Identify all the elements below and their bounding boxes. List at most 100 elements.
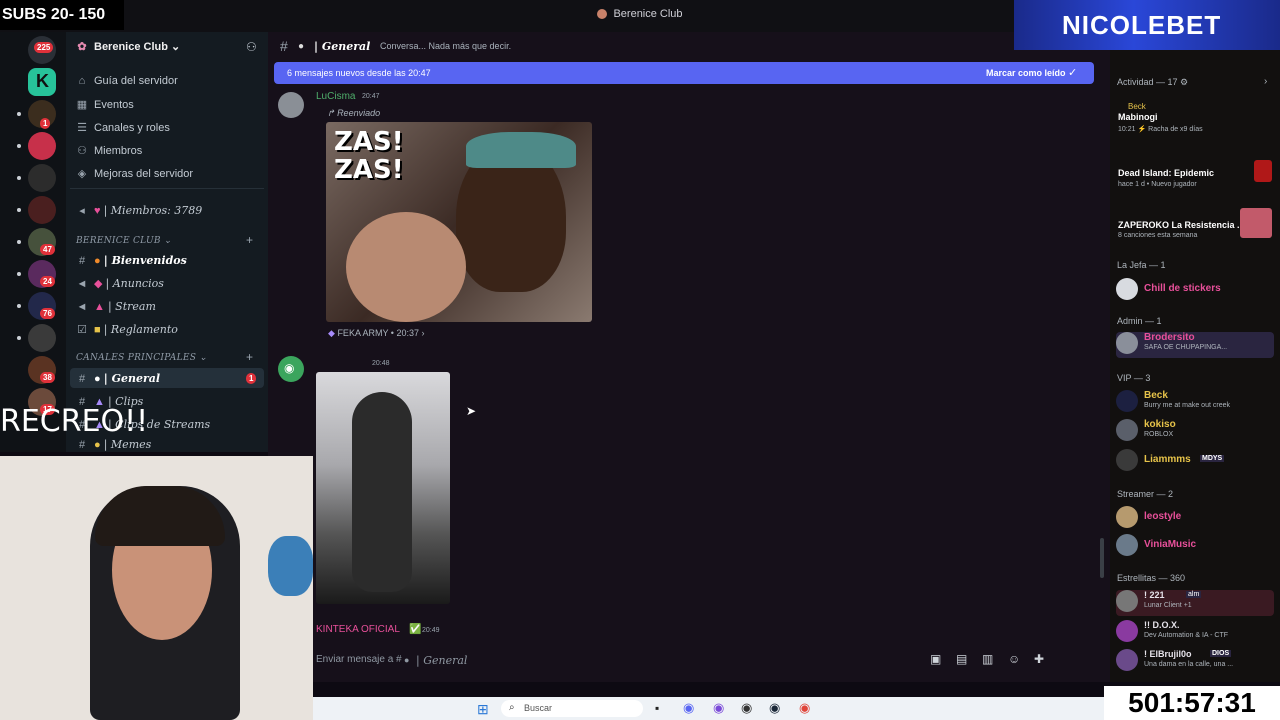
steam-icon[interactable]: ◉ [769, 700, 780, 716]
sidebar-item-channels-roles[interactable]: ☰ Canales y roles [76, 121, 170, 134]
member-row[interactable]: Beck Burry me at make out creek [1116, 390, 1274, 416]
add-channel-icon[interactable]: + [246, 350, 253, 364]
search-icon: ⌕ [509, 702, 515, 713]
member-status: SAFA OE CHUPAPINGA... [1144, 344, 1228, 351]
activity-header[interactable]: Actividad — 17 ⚙ [1117, 77, 1188, 88]
category-canales-principales[interactable]: CANALES PRINCIPALES ⌄ [76, 353, 207, 363]
activity-user: Beck [1128, 102, 1146, 111]
message-image[interactable] [316, 372, 450, 604]
server-icon[interactable] [28, 324, 56, 352]
chevron-right-icon[interactable]: › [1264, 76, 1267, 87]
subs-counter: SUBS 20- 150 [0, 0, 124, 30]
activity-card[interactable]: Dead Island: Epidemic hace 1 d • Nuevo j… [1116, 154, 1274, 194]
message-author[interactable]: LuCisma [316, 91, 355, 102]
unread-pip [17, 304, 21, 308]
server-icon[interactable] [28, 164, 56, 192]
role-header: VIP — 3 [1117, 373, 1151, 383]
server-rail: 225 K 1 47 24 76 38 17 [0, 32, 66, 452]
forward-source[interactable]: ◆ FEKA ARMY • 20:37 › [328, 328, 424, 339]
member-row[interactable]: ViniaMusic [1116, 534, 1274, 560]
apps-icon[interactable]: ✚ [1034, 652, 1044, 666]
member-name: ! 221 [1144, 590, 1165, 600]
message-time: 20:47 [362, 93, 380, 100]
invite-people-icon[interactable]: ⚇ [246, 40, 257, 54]
gif-icon[interactable]: ▤ [956, 652, 967, 666]
avatar [1116, 590, 1138, 612]
unread-pip [17, 144, 21, 148]
speech-bubble-icon: ● [404, 655, 410, 665]
activity-card[interactable]: ZAPEROKO La Resistencia ... 8 canciones … [1116, 208, 1274, 250]
member-row[interactable]: Chill de stickers [1116, 278, 1274, 304]
message-time: 20:49 [422, 627, 440, 634]
channel-general[interactable]: # ● | General [76, 372, 160, 385]
channel-members-count[interactable]: ◂ ♥ | Miembros: 3789 [76, 204, 202, 217]
forwarded-image[interactable]: ZAS! ZAS! [326, 122, 592, 322]
member-row[interactable]: kokiso ROBLOX [1116, 419, 1274, 445]
category-berenice-club[interactable]: BERENICE CLUB ⌄ [76, 236, 172, 246]
emoji-icon[interactable]: ☺ [1008, 652, 1020, 666]
server-avatar-icon [597, 9, 608, 20]
role-header: Streamer — 2 [1117, 489, 1174, 499]
member-row[interactable]: Brodersito SAFA OE CHUPAPINGA... [1116, 332, 1274, 358]
activity-game: Mabinogi [1118, 112, 1158, 122]
member-row[interactable]: !! D.O.X. Dev Automation & IA - CTF [1116, 620, 1274, 646]
channel-bienvenidos[interactable]: # ● | Bienvenidos [76, 254, 187, 267]
channel-stream[interactable]: ◄ ▲ | Stream [76, 300, 156, 313]
avatar [1116, 534, 1138, 556]
photo-person [352, 392, 412, 592]
server-location-icon[interactable] [28, 132, 56, 160]
avatar [1116, 278, 1138, 300]
new-messages-text: 6 mensajes nuevos desde las 20:47 [287, 68, 431, 78]
unread-badge: 38 [40, 372, 55, 383]
server-name-dropdown[interactable]: ✿ Berenice Club ⌄ [76, 40, 180, 53]
app-icon[interactable]: ◉ [741, 700, 752, 716]
sidebar-item-boosts[interactable]: ◈ Mejoras del servidor [76, 167, 193, 180]
avatar[interactable]: ◉ [278, 356, 304, 382]
hash-icon: # [78, 255, 86, 267]
channel-anuncios[interactable]: ◄ ◆ | Anuncios [76, 277, 164, 290]
channel-reglamento[interactable]: ☑ ■ | Reglamento [76, 323, 178, 336]
unread-pip [17, 176, 21, 180]
composer-channel: | General [416, 654, 468, 667]
unread-pip [17, 240, 21, 244]
member-row[interactable]: ! 221 alm Lunar Client +1 [1116, 590, 1274, 616]
unread-pip [17, 272, 21, 276]
member-tag: DIOS [1210, 650, 1232, 657]
new-messages-banner[interactable]: 6 mensajes nuevos desde las 20:47 Marcar… [274, 62, 1094, 84]
sidebar-item-events[interactable]: ▦ Eventos [76, 98, 134, 111]
sidebar-item-members[interactable]: ⚇ Miembros [76, 144, 142, 157]
gift-icon[interactable]: ▣ [930, 652, 941, 666]
member-name: Liammms [1144, 454, 1191, 465]
discord-icon[interactable]: ◉ [683, 700, 694, 716]
task-view-icon[interactable]: ▪ [655, 701, 659, 715]
channel-memes[interactable]: # ● | Memes [76, 438, 151, 451]
server-kick-icon[interactable]: K [28, 68, 56, 96]
unread-badge: 24 [40, 276, 55, 287]
message-time: 20:48 [372, 360, 390, 367]
message-author[interactable]: KINTEKA OFICIAL [316, 624, 400, 635]
mark-as-read-button[interactable]: Marcar como leído [986, 68, 1066, 78]
activity-card[interactable]: Beck Mabinogi 10:21 ⚡ Racha de x9 días [1116, 102, 1274, 142]
obs-icon[interactable]: ◉ [713, 700, 724, 716]
hash-icon: # [78, 373, 86, 385]
scrollbar-thumb[interactable] [1100, 538, 1104, 578]
unread-pip [17, 336, 21, 340]
windows-start-icon[interactable]: ⊞ [477, 701, 489, 718]
activity-game: Dead Island: Epidemic [1118, 168, 1215, 178]
chrome-icon[interactable]: ◉ [799, 700, 810, 716]
add-channel-icon[interactable]: + [246, 233, 253, 247]
message-composer[interactable]: Enviar mensaje a # ● | General ▣ ▤ ▥ ☺ ✚ [308, 646, 1098, 674]
member-row[interactable]: leostyle [1116, 506, 1274, 532]
sticker-icon[interactable]: ▥ [982, 652, 993, 666]
chevron-down-icon: ⌄ [171, 41, 181, 53]
avatar[interactable] [278, 92, 304, 118]
brand-banner-text: NICOLEBET [1062, 10, 1222, 40]
hash-icon: # [280, 38, 288, 54]
member-name: kokiso [1144, 419, 1176, 430]
server-icon[interactable] [28, 196, 56, 224]
sidebar-item-guide[interactable]: ⌂ Guía del servidor [76, 75, 178, 87]
calendar-icon: ▦ [76, 99, 88, 111]
member-row[interactable]: ! ElBrujil0o DIOS Una dama en la calle, … [1116, 649, 1274, 675]
member-row[interactable]: Liammms MDYS [1116, 449, 1274, 475]
taskbar-search[interactable]: ⌕ Buscar [501, 700, 643, 717]
